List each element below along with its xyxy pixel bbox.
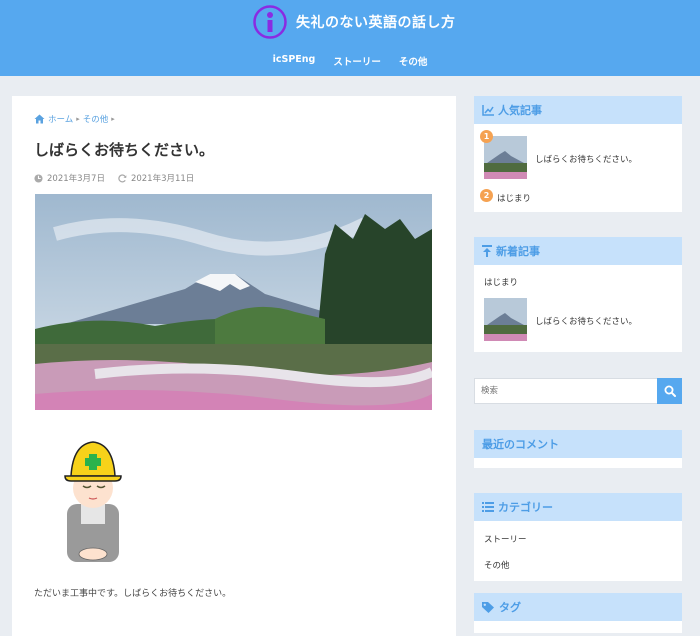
widget-popular-heading: 人気記事	[474, 96, 682, 124]
search-input[interactable]	[474, 378, 664, 404]
global-nav: icSPEng ストーリー その他	[0, 54, 700, 68]
category-item-other[interactable]: その他	[484, 559, 510, 571]
widget-categories: カテゴリー ストーリー その他	[474, 493, 682, 581]
widget-popular: 人気記事 1 しばらくお待ちください。 2 はじまり	[474, 96, 682, 212]
page-title: しばらくお待ちください。	[34, 141, 215, 159]
widget-recent-title: 新着記事	[496, 245, 540, 258]
widget-recent: 新着記事 はじまり しばらくお待ちください。	[474, 237, 682, 352]
widget-tags-title: タグ	[499, 601, 521, 614]
post-body: ただいま工事中です。しばらくお待ちください。	[34, 589, 232, 599]
widget-popular-title: 人気記事	[498, 104, 542, 117]
chart-line-icon	[482, 104, 494, 116]
home-icon	[34, 114, 45, 124]
chevron-right-icon: ▸	[76, 115, 80, 123]
widget-categories-title: カテゴリー	[498, 501, 553, 514]
recent-item-title[interactable]: はじまり	[484, 276, 518, 288]
thumbnail-image	[484, 298, 527, 341]
recent-thumb[interactable]	[484, 298, 527, 341]
widget-comments: 最近のコメント	[474, 430, 682, 468]
info-circle-logo-icon[interactable]	[253, 5, 287, 39]
nav-item-story[interactable]: ストーリー	[324, 54, 390, 68]
widget-comments-title: 最近のコメント	[482, 438, 559, 451]
rank-badge: 1	[480, 130, 493, 143]
popular-thumb-1[interactable]	[484, 136, 527, 179]
thumbnail-image	[484, 136, 527, 179]
updated-date: 2021年3月11日	[130, 174, 195, 184]
popular-item-title[interactable]: しばらくお待ちください。	[535, 153, 637, 165]
refresh-icon	[118, 173, 127, 182]
nav-item-other[interactable]: その他	[390, 54, 437, 68]
search-widget	[474, 378, 682, 404]
widget-categories-heading: カテゴリー	[474, 493, 682, 521]
push-pin-icon	[482, 245, 492, 257]
breadcrumb-category[interactable]: その他	[83, 113, 109, 125]
widget-comments-heading: 最近のコメント	[474, 430, 682, 458]
search-icon	[664, 385, 676, 397]
construction-worker-illustration	[64, 441, 122, 562]
site-header: 失礼のない英語の話し方 icSPEng ストーリー その他	[0, 0, 700, 76]
clock-icon	[34, 173, 43, 183]
list-icon	[482, 502, 494, 512]
widget-recent-heading: 新着記事	[474, 237, 682, 265]
nav-item-icspeng[interactable]: icSPEng	[264, 54, 325, 68]
recent-item-title[interactable]: しばらくお待ちください。	[535, 315, 637, 327]
breadcrumb-home[interactable]: ホーム	[48, 113, 73, 125]
popular-item-title[interactable]: はじまり	[497, 192, 531, 204]
article-card: ホーム ▸ その他 ▸ しばらくお待ちください。 2021年3月7日 2021年…	[12, 96, 456, 636]
category-item-story[interactable]: ストーリー	[484, 533, 527, 545]
post-meta: 2021年3月7日 2021年3月11日	[34, 172, 194, 184]
published-date: 2021年3月7日	[47, 174, 105, 184]
breadcrumb: ホーム ▸ その他 ▸	[34, 113, 115, 125]
search-button[interactable]	[657, 378, 682, 404]
widget-tags-heading: タグ	[474, 593, 682, 621]
tag-icon	[482, 601, 494, 613]
widget-tags: タグ	[474, 593, 682, 633]
site-title[interactable]: 失礼のない英語の話し方	[296, 12, 456, 32]
rank-badge: 2	[480, 189, 493, 202]
hero-image-mount-fuji	[35, 194, 432, 410]
chevron-right-icon: ▸	[111, 115, 115, 123]
